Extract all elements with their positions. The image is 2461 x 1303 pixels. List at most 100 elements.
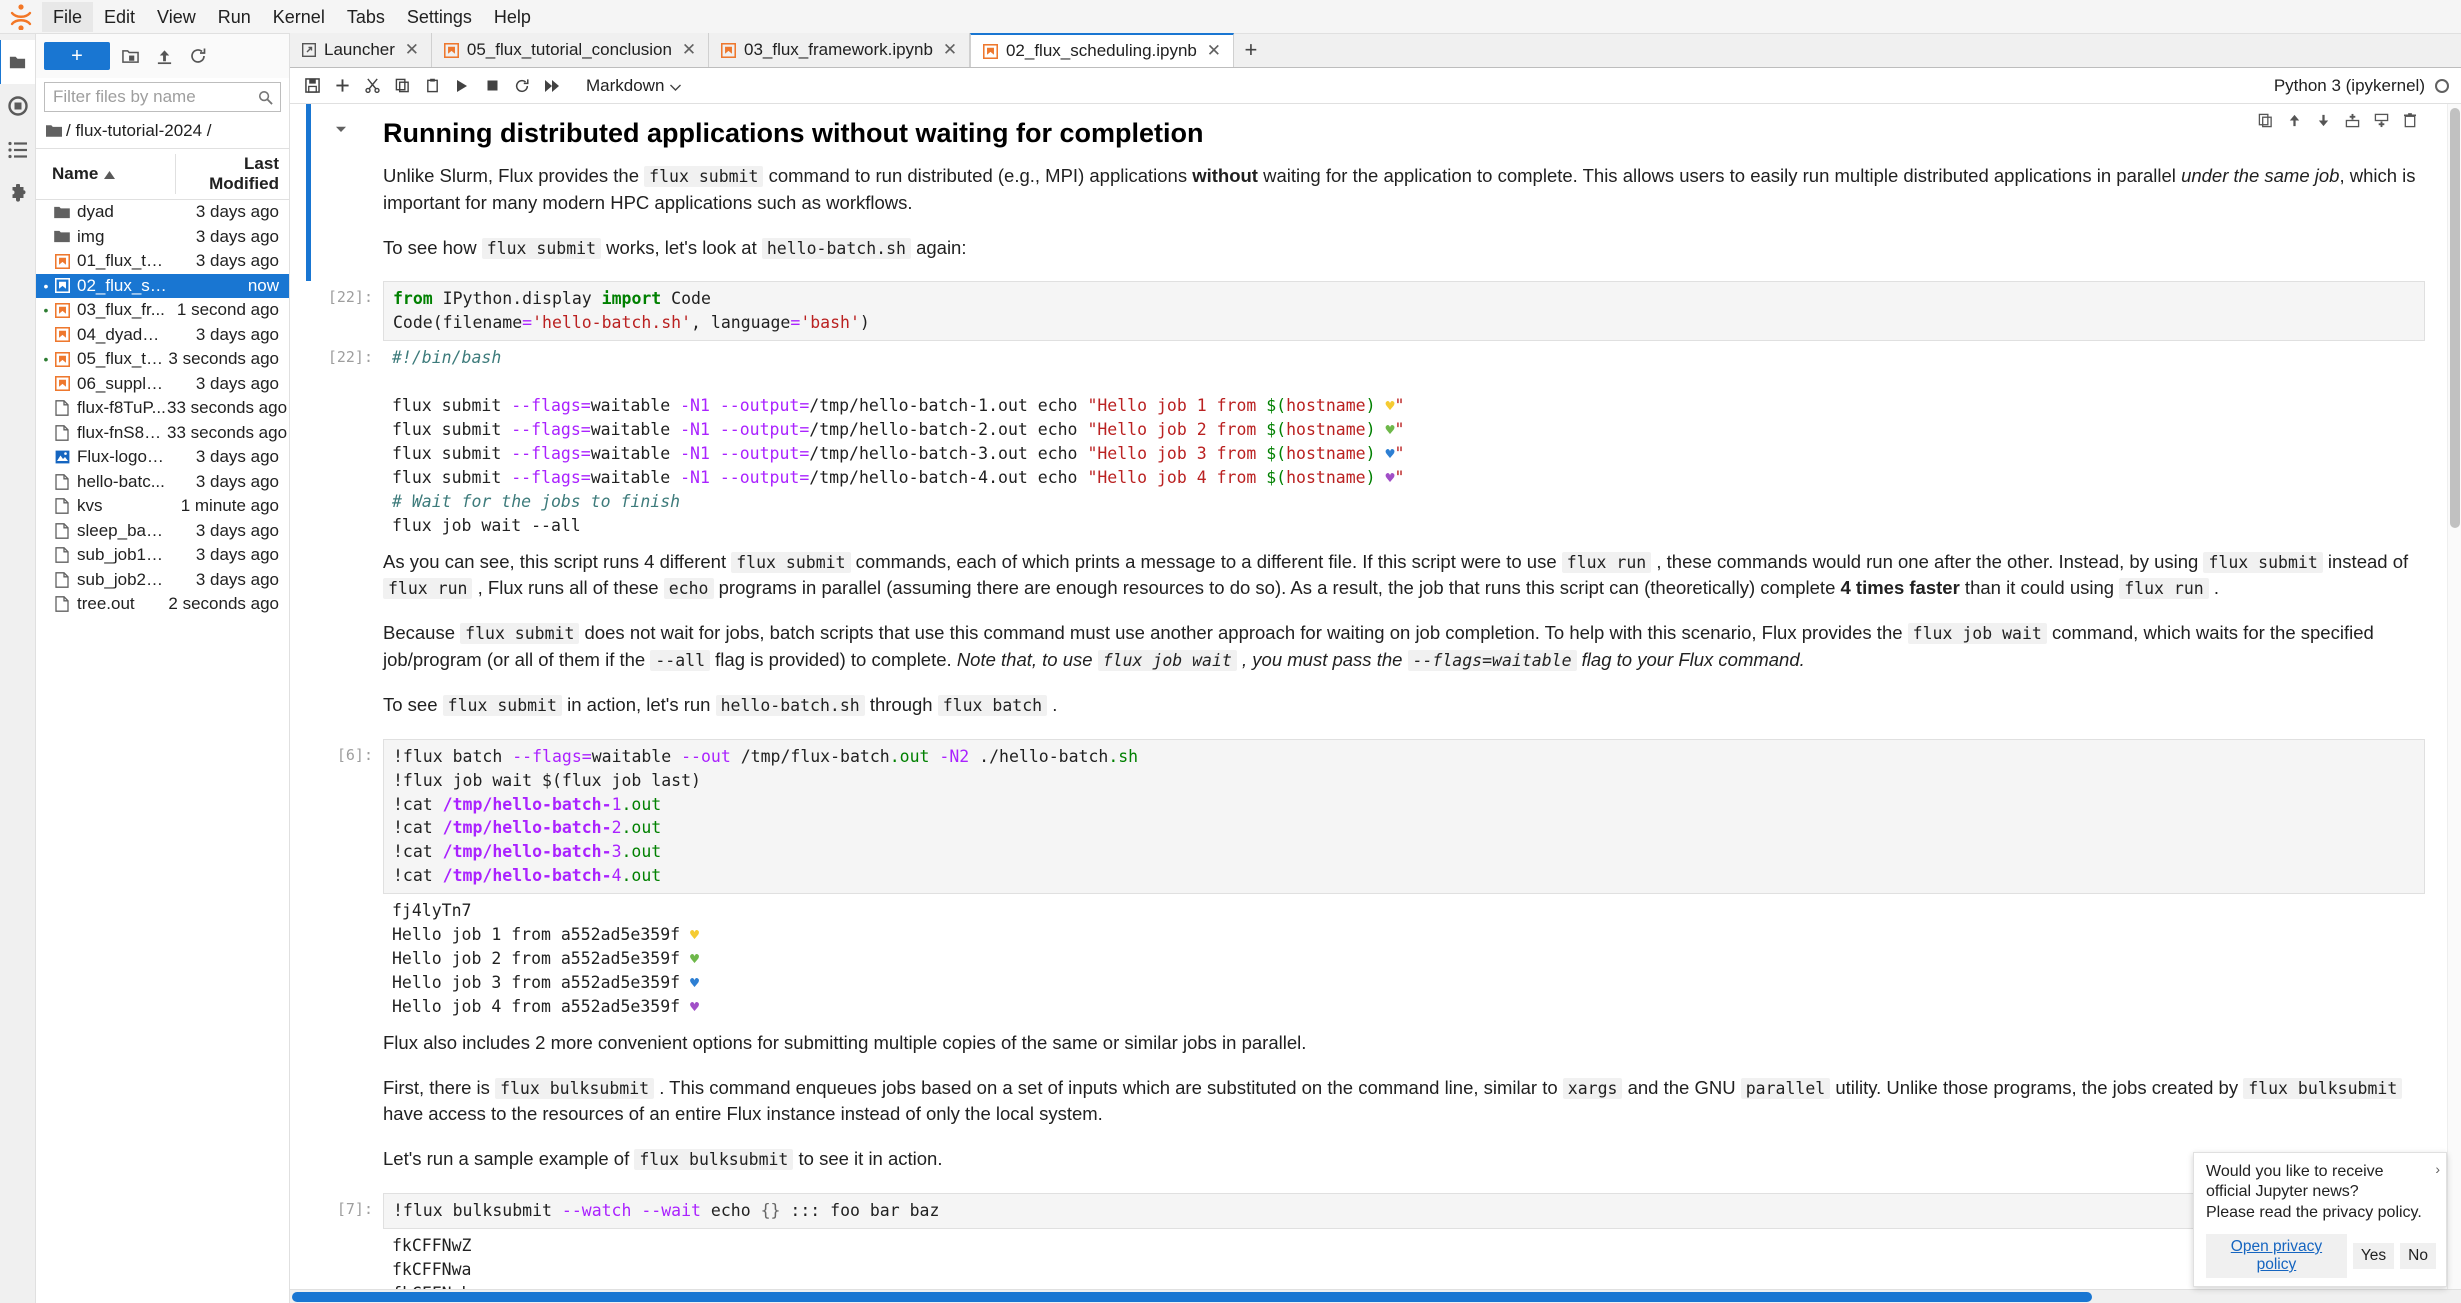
new-tab-button[interactable]: + xyxy=(1234,33,1268,67)
menu-run[interactable]: Run xyxy=(207,2,262,32)
notebook-vertical-scrollbar[interactable] xyxy=(2447,104,2461,1289)
file-list-item[interactable]: •05_flux_tu...3 seconds ago xyxy=(36,347,289,372)
no-button[interactable]: No xyxy=(2400,1243,2436,1269)
file-list-item[interactable]: kvs1 minute ago xyxy=(36,494,289,519)
file-list-item[interactable]: img3 days ago xyxy=(36,225,289,250)
file-list-item[interactable]: 04_dyad_d...3 days ago xyxy=(36,323,289,348)
notebook-cell-markdown[interactable]: Flux also includes 2 more convenient opt… xyxy=(290,1024,2447,1193)
cell-prompt: [22]: xyxy=(311,341,383,542)
file-list-item[interactable]: 01_flux_tu...3 days ago xyxy=(36,249,289,274)
file-list-item[interactable]: dyad3 days ago xyxy=(36,200,289,225)
menu-file[interactable]: File xyxy=(42,2,93,32)
file-list-item[interactable]: flux-fnS84...33 seconds ago xyxy=(36,421,289,446)
stop-icon[interactable] xyxy=(478,72,506,100)
scrollbar-thumb[interactable] xyxy=(2450,108,2460,528)
code-editor[interactable]: from IPython.display import Code Code(fi… xyxy=(383,281,2425,341)
new-launcher-button[interactable]: + xyxy=(44,42,110,70)
cell-body[interactable]: Flux also includes 2 more convenient opt… xyxy=(383,1024,2447,1193)
breadcrumb[interactable]: / flux-tutorial-2024 / xyxy=(36,118,289,148)
tab-02-flux-scheduling-ipynb[interactable]: 02_flux_scheduling.ipynb ✕ xyxy=(970,33,1234,67)
code-editor[interactable]: !flux batch --flags=waitable --out /tmp/… xyxy=(383,739,2425,895)
menu-tabs[interactable]: Tabs xyxy=(336,2,396,32)
move-up-icon[interactable] xyxy=(2287,112,2302,134)
file-list-item[interactable]: tree.out2 seconds ago xyxy=(36,592,289,617)
menu-help[interactable]: Help xyxy=(483,2,542,32)
cell-body[interactable]: As you can see, this script runs 4 diffe… xyxy=(383,543,2447,739)
cell-body[interactable]: Running distributed applications without… xyxy=(383,104,2447,281)
file-list-item[interactable]: flux-f8TuP...33 seconds ago xyxy=(36,396,289,421)
code-editor[interactable]: !flux bulksubmit --watch --wait echo {} … xyxy=(383,1193,2425,1229)
paste-icon[interactable] xyxy=(418,72,446,100)
scrollbar-thumb-horizontal[interactable] xyxy=(292,1292,2092,1302)
file-list-item[interactable]: sleep_batc...3 days ago xyxy=(36,519,289,544)
notebook-cell-output[interactable]: [22]:#!/bin/bash flux submit --flags=wai… xyxy=(290,341,2447,542)
file-list-item[interactable]: hello-batc...3 days ago xyxy=(36,470,289,495)
heart-icon: ♥ xyxy=(1385,469,1394,487)
close-icon[interactable]: ✕ xyxy=(680,40,698,60)
tab-label: 02_flux_scheduling.ipynb xyxy=(1006,41,1197,61)
notebook-cell-output[interactable]: fj4lyTn7 Hello job 1 from a552ad5e359f ♥… xyxy=(290,894,2447,1024)
tab-03-flux-framework-ipynb[interactable]: 03_flux_framework.ipynb✕ xyxy=(709,33,970,67)
insert-cell-icon[interactable] xyxy=(328,72,356,100)
new-folder-icon[interactable] xyxy=(116,42,144,70)
inline-code: flux bulksubmit xyxy=(2243,1078,2402,1099)
close-icon[interactable]: ✕ xyxy=(403,40,421,60)
menu-edit[interactable]: Edit xyxy=(93,2,146,32)
file-list-item[interactable]: •02_flux_sc...now xyxy=(36,274,289,299)
yes-button[interactable]: Yes xyxy=(2353,1243,2394,1269)
menu-kernel[interactable]: Kernel xyxy=(262,2,336,32)
cell-body[interactable]: from IPython.display import Code Code(fi… xyxy=(383,281,2447,341)
file-list-item[interactable]: Flux-logo.s...3 days ago xyxy=(36,445,289,470)
tab-launcher[interactable]: Launcher✕ xyxy=(290,33,432,67)
chevron-down-icon[interactable] xyxy=(336,122,346,136)
cell-body[interactable]: !flux batch --flags=waitable --out /tmp/… xyxy=(383,739,2447,895)
notebook-cell-code[interactable]: [22]:from IPython.display import Code Co… xyxy=(290,281,2447,341)
file-list-item[interactable]: 06_supple...3 days ago xyxy=(36,372,289,397)
run-icon[interactable] xyxy=(448,72,476,100)
tab-05-flux-tutorial-conclusion[interactable]: 05_flux_tutorial_conclusion✕ xyxy=(432,33,709,67)
notebook-cell-markdown[interactable]: As you can see, this script runs 4 diffe… xyxy=(290,543,2447,739)
cell-type-dropdown[interactable]: Markdown xyxy=(580,74,687,98)
rail-item-file-browser[interactable] xyxy=(0,40,35,84)
file-last-modified: 1 second ago xyxy=(167,300,279,320)
upload-icon[interactable] xyxy=(150,42,178,70)
duplicate-icon[interactable] xyxy=(2258,112,2273,134)
delete-cell-icon[interactable] xyxy=(2403,112,2417,134)
cell-body[interactable]: !flux bulksubmit --watch --wait echo {} … xyxy=(383,1193,2447,1229)
rail-item-running-terminals[interactable] xyxy=(0,84,36,128)
rail-item-table-of-contents[interactable] xyxy=(0,128,36,172)
rail-item-extension-manager[interactable] xyxy=(0,172,36,216)
notebook-cell-markdown[interactable]: Running distributed applications without… xyxy=(290,104,2447,281)
cell-body[interactable]: fkCFFNwZ fkCFFNwa fkCFFNwb bar baz foo xyxy=(383,1229,2447,1289)
file-name: 04_dyad_d... xyxy=(77,325,167,345)
close-icon[interactable]: ✕ xyxy=(1205,41,1223,61)
restart-run-all-icon[interactable] xyxy=(538,72,566,100)
cell-body[interactable]: #!/bin/bash flux submit --flags=waitable… xyxy=(383,341,2447,542)
menu-view[interactable]: View xyxy=(146,2,207,32)
open-privacy-policy-button[interactable]: Open privacy policy xyxy=(2206,1234,2347,1278)
notebook-cell-code[interactable]: [7]:!flux bulksubmit --watch --wait echo… xyxy=(290,1193,2447,1229)
refresh-icon[interactable] xyxy=(184,42,212,70)
notebook-horizontal-scrollbar[interactable] xyxy=(290,1289,2461,1303)
insert-above-icon[interactable] xyxy=(2345,112,2360,134)
file-list-item[interactable]: sub_job1.sh3 days ago xyxy=(36,543,289,568)
chevron-right-icon[interactable]: › xyxy=(2435,1160,2440,1178)
copy-icon[interactable] xyxy=(388,72,416,100)
save-icon[interactable] xyxy=(298,72,326,100)
menu-settings[interactable]: Settings xyxy=(396,2,483,32)
kernel-status-area[interactable]: Python 3 (ipykernel) xyxy=(2274,76,2453,96)
insert-below-icon[interactable] xyxy=(2374,112,2389,134)
column-header-name[interactable]: Name xyxy=(52,154,175,194)
file-list-item[interactable]: sub_job2.sh3 days ago xyxy=(36,568,289,593)
close-icon[interactable]: ✕ xyxy=(941,40,959,60)
notebook-cell-output[interactable]: fkCFFNwZ fkCFFNwa fkCFFNwb bar baz foo xyxy=(290,1229,2447,1289)
filter-files-input[interactable] xyxy=(44,82,281,112)
cut-icon[interactable] xyxy=(358,72,386,100)
image-file-icon xyxy=(52,450,72,464)
move-down-icon[interactable] xyxy=(2316,112,2331,134)
notebook-cell-code[interactable]: [6]:!flux batch --flags=waitable --out /… xyxy=(290,739,2447,895)
column-header-last-modified[interactable]: Last Modified xyxy=(175,154,279,194)
cell-body[interactable]: fj4lyTn7 Hello job 1 from a552ad5e359f ♥… xyxy=(383,894,2447,1024)
file-list-item[interactable]: •03_flux_fr...1 second ago xyxy=(36,298,289,323)
restart-icon[interactable] xyxy=(508,72,536,100)
